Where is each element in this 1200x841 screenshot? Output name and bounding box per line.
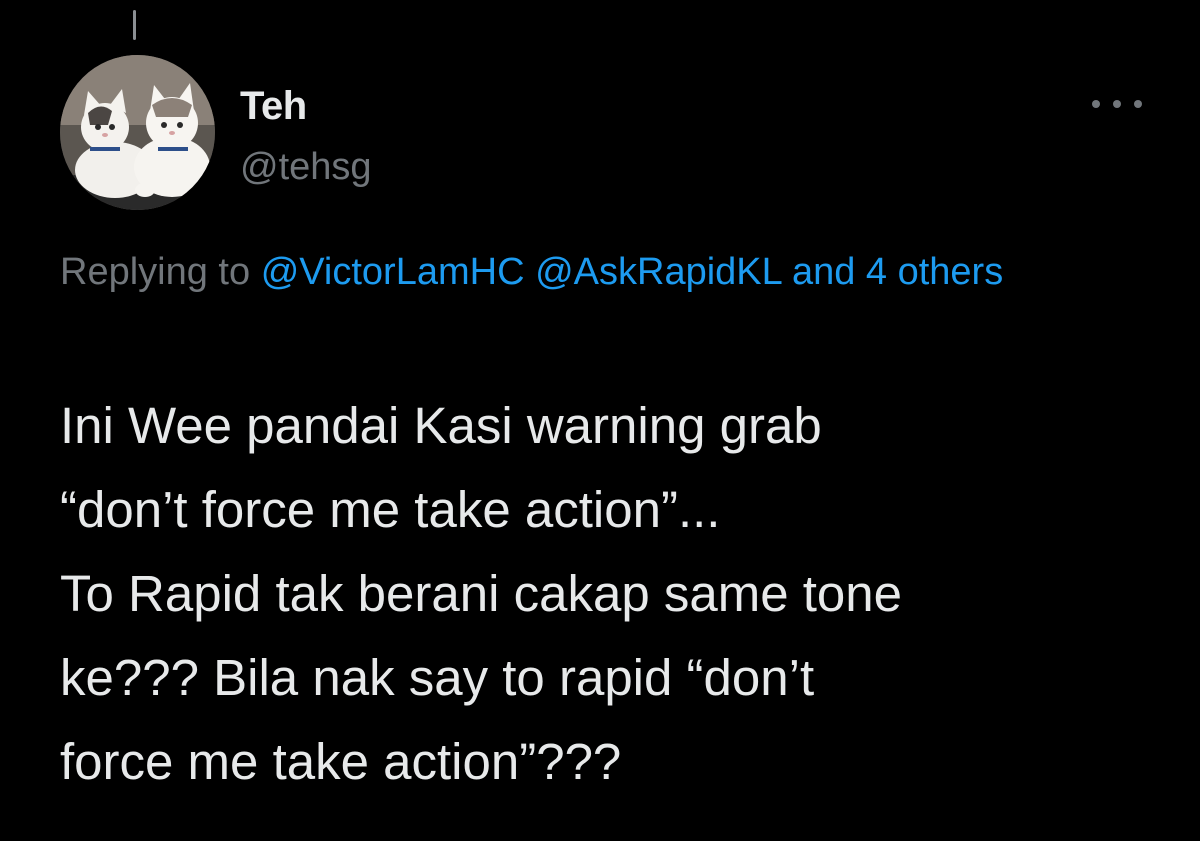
others-link[interactable]: and 4 others bbox=[792, 251, 1003, 293]
more-dot bbox=[1134, 100, 1142, 108]
author-display-name[interactable]: Teh bbox=[240, 84, 307, 129]
more-dot bbox=[1092, 100, 1100, 108]
reply-context: Replying to @VictorLamHC @AskRapidKL and… bbox=[60, 240, 1060, 304]
tweet-line: To Rapid tak berani cakap same tone bbox=[60, 565, 902, 622]
tweet-line: Ini Wee pandai Kasi warning grab bbox=[60, 397, 822, 454]
more-options-icon[interactable] bbox=[1092, 92, 1142, 116]
mention-link[interactable]: @VictorLamHC bbox=[261, 251, 525, 293]
two-cats-avatar-icon bbox=[60, 55, 215, 210]
author-handle[interactable]: @tehsg bbox=[240, 146, 372, 189]
replying-to-label: Replying to bbox=[60, 251, 251, 293]
mention-link[interactable]: @AskRapidKL bbox=[535, 251, 781, 293]
tweet-line: ke??? Bila nak say to rapid “don’t bbox=[60, 649, 815, 706]
more-dot bbox=[1113, 100, 1121, 108]
thread-connector-line bbox=[133, 10, 136, 40]
tweet-line: “don’t force me take action”... bbox=[60, 481, 721, 538]
tweet-text: Ini Wee pandai Kasi warning grab “don’t … bbox=[60, 384, 1160, 804]
tweet-line: force me take action”??? bbox=[60, 733, 622, 790]
avatar[interactable] bbox=[60, 55, 215, 210]
